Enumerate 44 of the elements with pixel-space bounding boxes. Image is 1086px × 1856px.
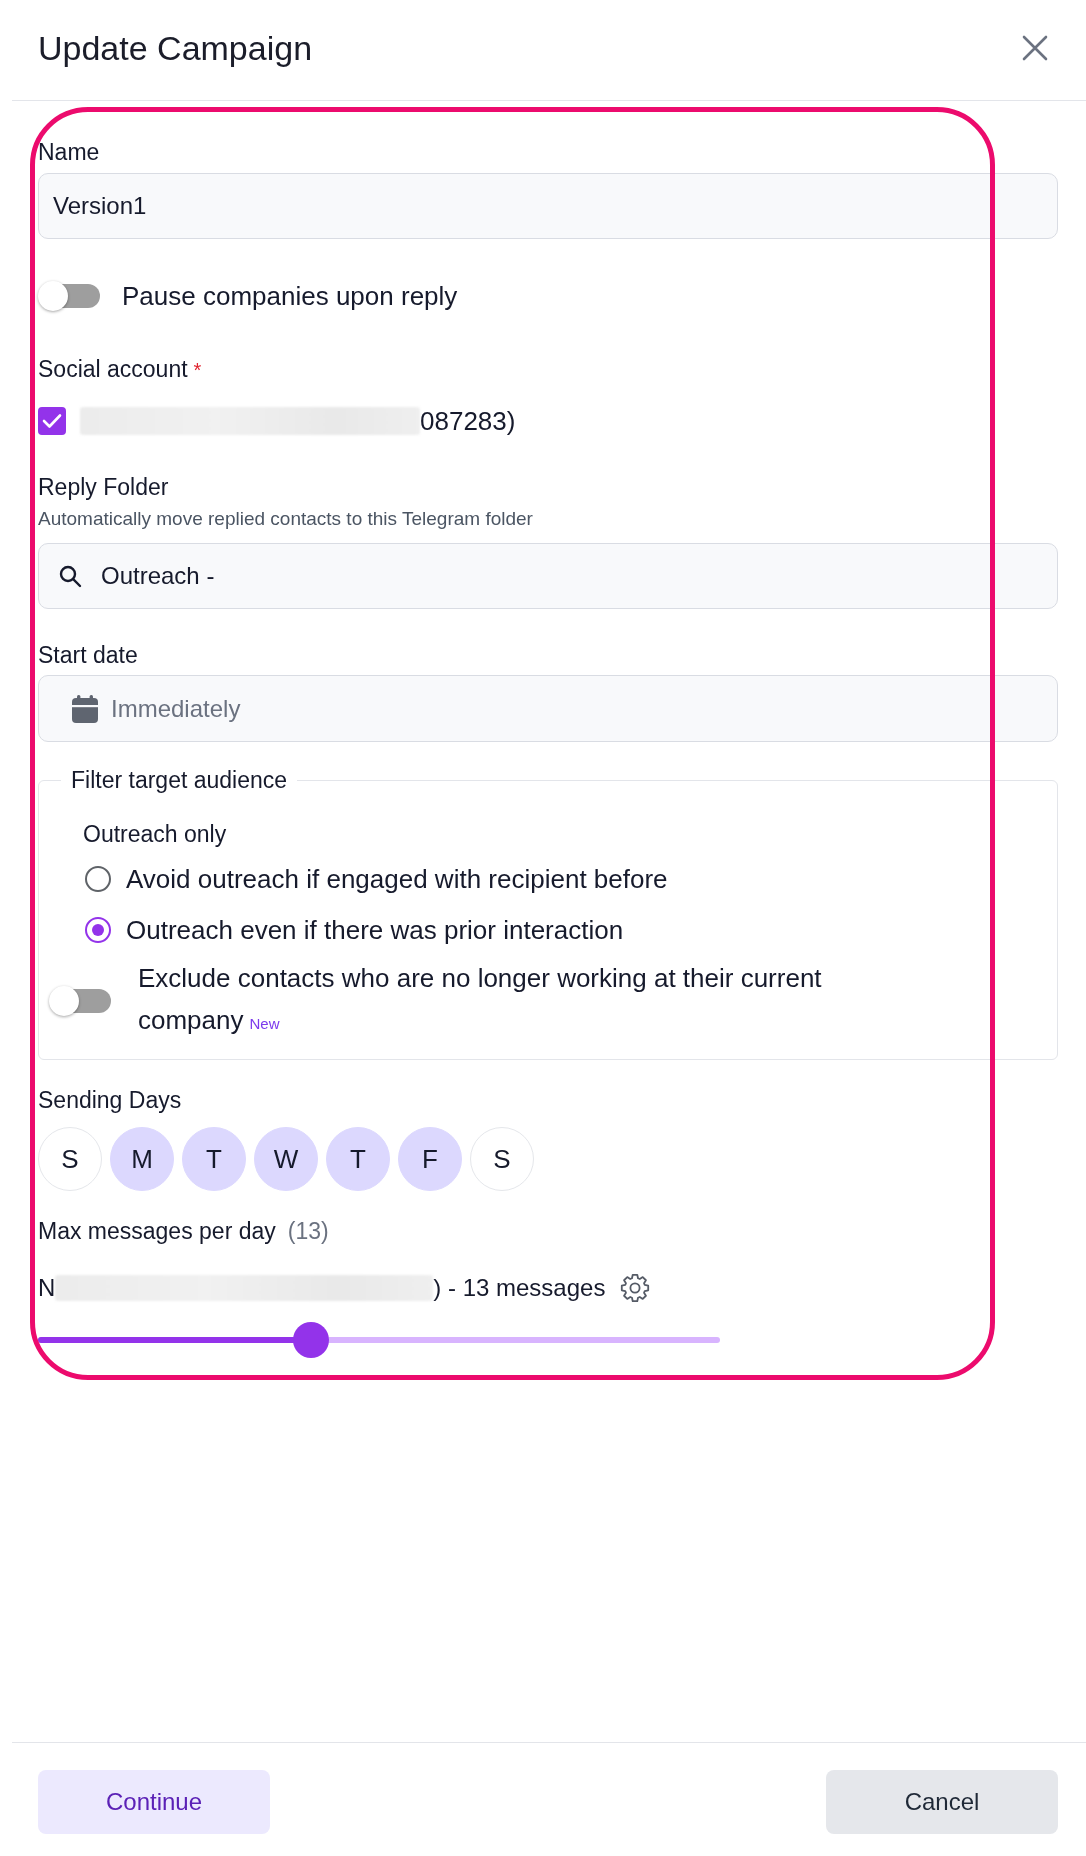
slider-thumb[interactable] — [292, 1322, 329, 1358]
account-checkbox[interactable] — [38, 407, 66, 435]
settings-icon[interactable] — [619, 1272, 652, 1304]
radio-label: Avoid outreach if engaged with recipient before — [126, 863, 668, 896]
name-input[interactable]: Version1 — [38, 173, 1058, 239]
account-text: N — [38, 1273, 56, 1303]
group-label: Outreach only — [83, 820, 228, 849]
day-toggle[interactable]: T — [326, 1127, 390, 1191]
radio-label: Outreach even if there was prior interaction — [126, 914, 624, 947]
day-toggle[interactable]: W — [254, 1127, 318, 1191]
day-toggle[interactable]: S — [38, 1127, 102, 1191]
field-label: Name — [38, 138, 101, 167]
start-date-field[interactable]: Immediately — [38, 675, 1058, 742]
continue-button[interactable]: Continue — [38, 1770, 270, 1834]
panel-legend: Filter target audience — [61, 765, 298, 795]
field-label: Max messages per day — [38, 1217, 276, 1246]
tick-icon — [42, 413, 62, 429]
day-toggle[interactable]: T — [182, 1127, 246, 1191]
field-label: Social account — [38, 355, 188, 384]
folder-search-field[interactable]: Outreach - — [38, 543, 1058, 609]
day-toggle[interactable]: S — [470, 1127, 534, 1191]
field-label: Start date — [38, 641, 139, 670]
calendar-icon — [70, 693, 100, 724]
required-mark: * — [193, 358, 202, 383]
exclude-toggle[interactable] — [49, 985, 113, 1017]
day-toggle[interactable]: F — [398, 1127, 462, 1191]
toggle-label: Exclude contacts who are no longer working at their current company New — [138, 962, 823, 1037]
close-button[interactable] — [1020, 33, 1050, 63]
radio-button[interactable] — [85, 917, 111, 943]
day-toggle[interactable]: M — [110, 1127, 174, 1191]
count-label: (13) — [287, 1217, 329, 1246]
field-hint: Automatically move replied contacts to this Telegram folder — [38, 507, 534, 531]
messages-text: ) - 13 messages — [433, 1273, 606, 1303]
account-name: 087283) — [420, 405, 516, 438]
field-label: Reply Folder — [38, 473, 170, 502]
pause-toggle[interactable] — [38, 280, 102, 312]
search-icon — [58, 564, 82, 588]
field-label: Sending Days — [38, 1086, 183, 1115]
toggle-label: Pause companies upon reply — [122, 280, 458, 313]
message-slider[interactable] — [38, 1322, 720, 1358]
cancel-button[interactable]: Cancel — [826, 1770, 1058, 1834]
close-icon — [1022, 35, 1048, 61]
radio-button[interactable] — [85, 866, 111, 892]
dialog-title: Update Campaign — [38, 28, 313, 68]
